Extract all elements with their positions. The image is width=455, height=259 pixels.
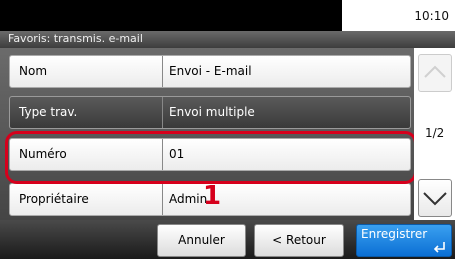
page-title: Favoris: transmis. e-mail bbox=[8, 32, 143, 45]
row-value: Envoi multiple bbox=[162, 97, 255, 128]
clock: 10:10 bbox=[414, 9, 449, 23]
cancel-button[interactable]: Annuler bbox=[157, 224, 246, 257]
save-label: Enregistrer bbox=[361, 227, 428, 241]
row-value: Envoi - E-mail bbox=[162, 56, 252, 87]
chevron-down-icon bbox=[423, 192, 447, 206]
page-indicator: 1/2 bbox=[425, 126, 445, 140]
row-nom[interactable]: Nom Envoi - E-mail bbox=[9, 55, 411, 88]
back-button[interactable]: < Retour bbox=[254, 224, 344, 257]
callout-number: 1 bbox=[203, 181, 222, 211]
chevron-up-icon bbox=[424, 65, 446, 78]
row-label: Nom bbox=[19, 64, 48, 78]
enter-icon bbox=[433, 242, 445, 253]
scroll-column: 1/2 bbox=[414, 48, 455, 220]
title-bar: Favoris: transmis. e-mail bbox=[0, 31, 455, 48]
status-bar: 10:10 bbox=[0, 0, 455, 31]
message-area bbox=[0, 0, 342, 31]
scroll-down-button[interactable] bbox=[418, 179, 452, 217]
save-button[interactable]: Enregistrer bbox=[356, 224, 452, 257]
row-label: Type trav. bbox=[19, 105, 78, 119]
bottom-bar: Annuler < Retour Enregistrer bbox=[0, 220, 455, 259]
row-label: Propriétaire bbox=[19, 192, 89, 206]
row-type-trav[interactable]: Type trav. Envoi multiple bbox=[9, 96, 411, 129]
row-value: Admin bbox=[162, 184, 207, 215]
scroll-up-button[interactable] bbox=[418, 54, 452, 92]
highlight-frame bbox=[5, 131, 417, 184]
